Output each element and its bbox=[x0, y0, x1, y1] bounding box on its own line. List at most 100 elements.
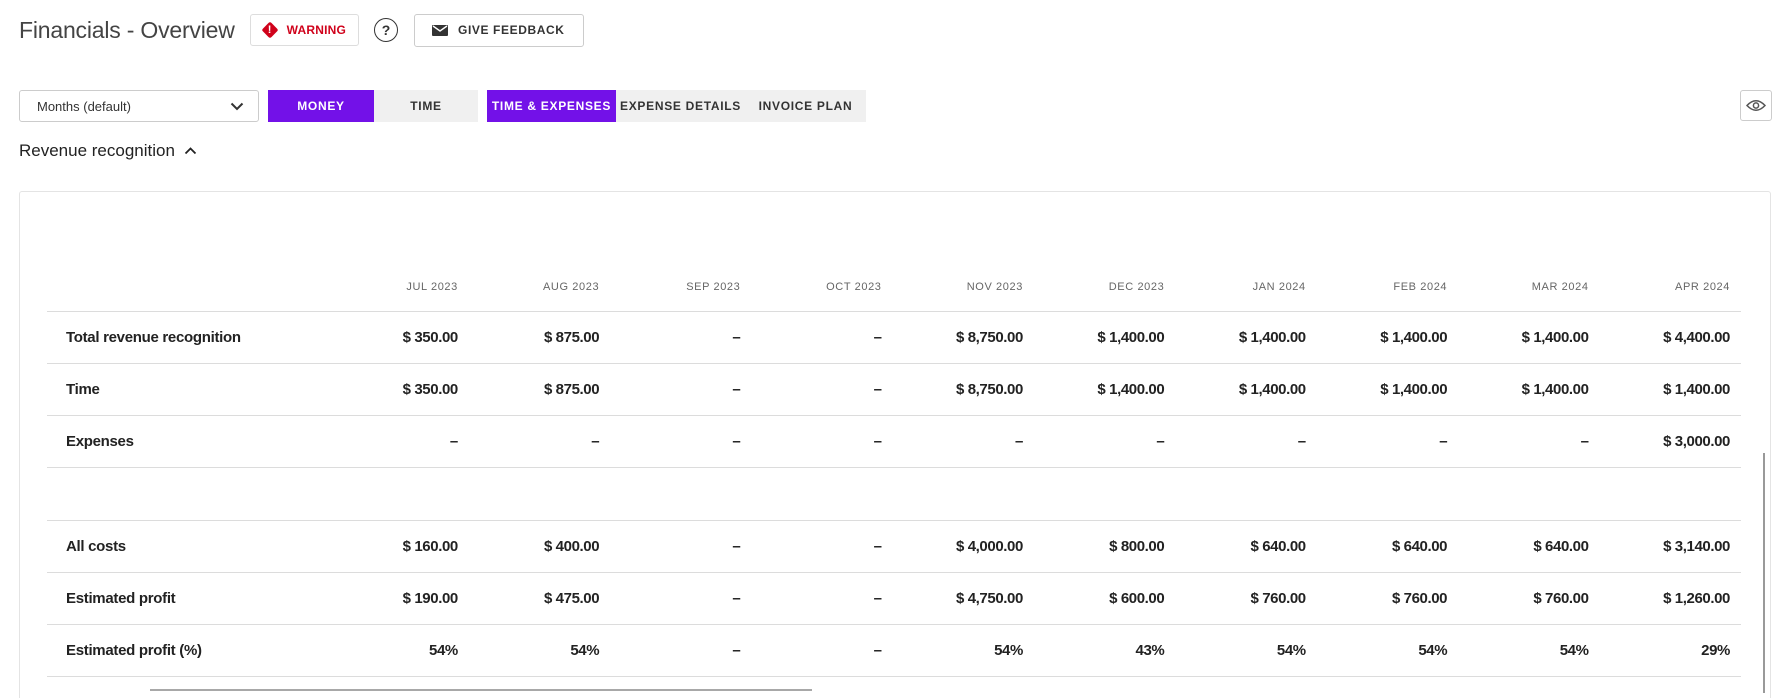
table-cell: 43% bbox=[1033, 624, 1176, 677]
table-row: Estimated profit $ 190.00 $ 475.00 – – $… bbox=[47, 572, 1741, 625]
table-cell: – bbox=[610, 363, 752, 416]
column-header: APR 2024 bbox=[1599, 263, 1741, 312]
column-header: AUG 2023 bbox=[468, 263, 611, 312]
table-cell: $ 4,400.00 bbox=[1599, 311, 1741, 364]
table-cell: – bbox=[751, 520, 893, 573]
table-cell: – bbox=[751, 572, 893, 625]
table-cell: 29% bbox=[1599, 624, 1741, 677]
table-cell: – bbox=[1458, 415, 1600, 468]
tab-time-and-expenses[interactable]: TIME & EXPENSES bbox=[487, 90, 616, 122]
table-cell: $ 1,400.00 bbox=[1316, 363, 1459, 416]
warning-diamond-icon: ! bbox=[261, 21, 279, 39]
table-cell: $ 190.00 bbox=[327, 572, 469, 625]
table-cell: $ 760.00 bbox=[1175, 572, 1317, 625]
table-cell: 54% bbox=[892, 624, 1034, 677]
table-cell: – bbox=[892, 415, 1034, 468]
table-row: Expenses – – – – – – – – – $ 3,000.00 bbox=[47, 415, 1741, 468]
table-cell: $ 1,400.00 bbox=[1316, 311, 1459, 364]
table-cell: $ 640.00 bbox=[1458, 520, 1600, 573]
table-cell: $ 3,140.00 bbox=[1599, 520, 1741, 573]
row-label: Estimated profit (%) bbox=[47, 624, 328, 677]
row-label: All costs bbox=[47, 520, 328, 573]
section-toggle[interactable]: Revenue recognition bbox=[19, 141, 197, 161]
table-cell: – bbox=[751, 363, 893, 416]
table-cell: $ 1,400.00 bbox=[1458, 363, 1600, 416]
column-header: NOV 2023 bbox=[892, 263, 1034, 312]
table-cell: $ 1,400.00 bbox=[1175, 311, 1317, 364]
header-cell-label bbox=[47, 263, 328, 312]
tab-time[interactable]: TIME bbox=[374, 90, 478, 122]
table-cell: – bbox=[610, 520, 752, 573]
table-cell: $ 4,750.00 bbox=[892, 572, 1034, 625]
table-cell: $ 1,400.00 bbox=[1175, 363, 1317, 416]
give-feedback-button[interactable]: GIVE FEEDBACK bbox=[414, 13, 584, 47]
table-cell: 54% bbox=[1458, 624, 1600, 677]
table-cell: – bbox=[1033, 415, 1176, 468]
table-cell: $ 760.00 bbox=[1316, 572, 1459, 625]
table-cell: – bbox=[610, 572, 752, 625]
table-cell: – bbox=[610, 624, 752, 677]
table-cell: $ 1,260.00 bbox=[1599, 572, 1741, 625]
table-spacer-row bbox=[47, 467, 1741, 521]
table-cell: $ 640.00 bbox=[1175, 520, 1317, 573]
chevron-down-icon bbox=[230, 102, 244, 110]
table-cell: $ 1,400.00 bbox=[1033, 363, 1176, 416]
vertical-scrollbar[interactable] bbox=[1763, 453, 1765, 693]
column-header: FEB 2024 bbox=[1316, 263, 1459, 312]
mail-icon bbox=[432, 24, 449, 36]
page-title: Financials - Overview bbox=[19, 16, 235, 43]
mode-toggle: MONEY TIME bbox=[268, 90, 478, 122]
period-select[interactable]: Months (default) bbox=[19, 90, 259, 122]
section-title: Revenue recognition bbox=[19, 141, 175, 160]
table-row: Time $ 350.00 $ 875.00 – – $ 8,750.00 $ … bbox=[47, 363, 1741, 416]
table-cell: – bbox=[610, 311, 752, 364]
chevron-up-icon bbox=[184, 147, 197, 155]
column-header: DEC 2023 bbox=[1033, 263, 1176, 312]
horizontal-scrollbar[interactable] bbox=[150, 689, 812, 691]
table-cell: $ 800.00 bbox=[1033, 520, 1176, 573]
table-cell: 54% bbox=[468, 624, 611, 677]
table-cell: – bbox=[610, 415, 752, 468]
column-header: SEP 2023 bbox=[610, 263, 752, 312]
tab-invoice-plan[interactable]: INVOICE PLAN bbox=[745, 90, 866, 122]
table-cell: 54% bbox=[1175, 624, 1317, 677]
table-cell: 54% bbox=[1316, 624, 1459, 677]
row-label: Expenses bbox=[47, 415, 328, 468]
row-label: Time bbox=[47, 363, 328, 416]
table-cell: $ 475.00 bbox=[468, 572, 611, 625]
period-select-value: Months (default) bbox=[37, 98, 131, 114]
eye-icon bbox=[1746, 100, 1766, 111]
column-header: MAR 2024 bbox=[1458, 263, 1600, 312]
table-cell: $ 8,750.00 bbox=[892, 311, 1034, 364]
table-cell: 54% bbox=[327, 624, 469, 677]
column-header: OCT 2023 bbox=[751, 263, 893, 312]
column-header: JUL 2023 bbox=[327, 263, 469, 312]
table-header-row: JUL 2023 AUG 2023 SEP 2023 OCT 2023 NOV … bbox=[47, 263, 1741, 312]
tab-expense-details[interactable]: EXPENSE DETAILS bbox=[616, 90, 745, 122]
page-header: Financials - Overview ! WARNING ? GIVE F… bbox=[19, 13, 584, 47]
question-circle-icon[interactable]: ? bbox=[374, 18, 399, 42]
table-cell: $ 1,400.00 bbox=[1033, 311, 1176, 364]
table-cell: $ 160.00 bbox=[327, 520, 469, 573]
table-cell: – bbox=[751, 624, 893, 677]
table-cell: $ 350.00 bbox=[327, 311, 469, 364]
table-cell: $ 350.00 bbox=[327, 363, 469, 416]
table-cell: $ 400.00 bbox=[468, 520, 611, 573]
table-cell: $ 875.00 bbox=[468, 311, 611, 364]
table-cell: $ 600.00 bbox=[1033, 572, 1176, 625]
table-cell: $ 875.00 bbox=[468, 363, 611, 416]
table-cell: $ 4,000.00 bbox=[892, 520, 1034, 573]
row-label: Total revenue recognition bbox=[47, 311, 328, 364]
view-tabs: TIME & EXPENSES EXPENSE DETAILS INVOICE … bbox=[487, 90, 866, 122]
column-header: JAN 2024 bbox=[1175, 263, 1317, 312]
table-cell: $ 3,000.00 bbox=[1599, 415, 1741, 468]
visibility-toggle-button[interactable] bbox=[1740, 90, 1772, 121]
table-cell: – bbox=[468, 415, 611, 468]
toolbar: Months (default) MONEY TIME TIME & EXPEN… bbox=[19, 90, 875, 122]
tab-money[interactable]: MONEY bbox=[268, 90, 374, 122]
table-cell: $ 640.00 bbox=[1316, 520, 1459, 573]
table-cell: $ 8,750.00 bbox=[892, 363, 1034, 416]
warning-badge[interactable]: ! WARNING bbox=[249, 14, 360, 46]
give-feedback-label: GIVE FEEDBACK bbox=[458, 23, 565, 37]
table-cell: $ 1,400.00 bbox=[1458, 311, 1600, 364]
